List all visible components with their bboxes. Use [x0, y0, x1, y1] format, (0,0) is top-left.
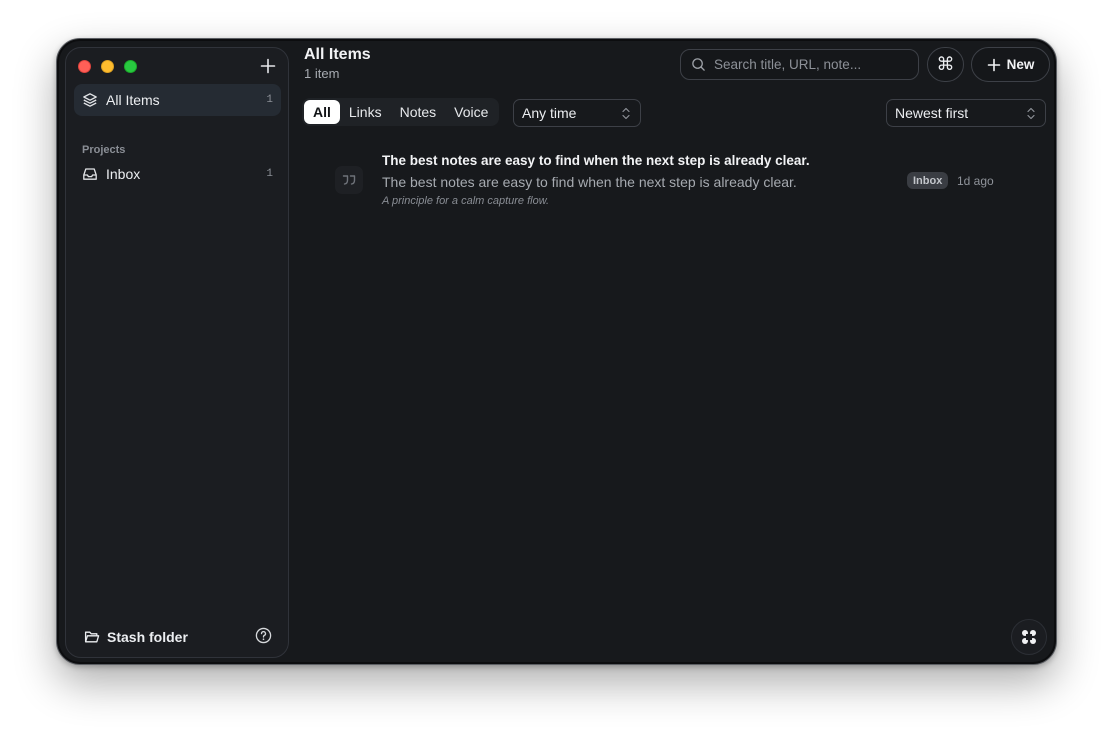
search-icon	[692, 58, 705, 71]
page-title: All Items	[304, 46, 371, 63]
sidebar: All Items 1 Projects Inbox 1 Stash folde…	[65, 47, 289, 658]
zoom-window-button[interactable]	[124, 60, 137, 73]
plus-icon	[260, 58, 276, 74]
project-tag: Inbox	[907, 172, 949, 189]
search-input[interactable]	[714, 57, 908, 72]
command-palette-button[interactable]: ⌘	[927, 47, 964, 82]
item-title: The best notes are easy to find when the…	[382, 153, 810, 168]
window-controls	[78, 60, 137, 73]
search-box[interactable]	[680, 49, 919, 80]
sidebar-item-label: All Items	[106, 92, 160, 108]
close-window-button[interactable]	[78, 60, 91, 73]
chevron-up-down-icon	[1027, 107, 1035, 120]
help-button[interactable]	[255, 627, 272, 644]
tab-voice[interactable]: Voice	[445, 100, 497, 124]
new-item-button[interactable]: New	[971, 47, 1050, 82]
stash-folder-label: Stash folder	[107, 629, 188, 645]
app-action-button[interactable]	[1011, 619, 1047, 655]
time-filter-select[interactable]: Any time	[513, 99, 641, 127]
new-button-label: New	[1006, 57, 1035, 72]
minimize-window-button[interactable]	[101, 60, 114, 73]
time-filter-value: Any time	[522, 105, 577, 121]
type-filter-tabs: All Links Notes Voice	[302, 98, 500, 126]
help-circle-icon	[255, 627, 272, 644]
item-count-subtitle: 1 item	[304, 66, 340, 81]
sort-select[interactable]: Newest first	[886, 99, 1046, 127]
sidebar-item-inbox[interactable]: Inbox 1	[74, 158, 281, 190]
add-project-button[interactable]	[258, 56, 278, 76]
inbox-icon	[83, 168, 97, 180]
quote-icon	[335, 166, 363, 194]
item-note: A principle for a calm capture flow.	[382, 195, 550, 207]
item-timestamp: 1d ago	[957, 174, 994, 188]
item-count: 1	[266, 94, 273, 106]
command-icon: ⌘	[936, 54, 955, 74]
item-count: 1	[266, 168, 273, 180]
tab-all[interactable]: All	[304, 100, 340, 124]
app-window: All Items 1 Projects Inbox 1 Stash folde…	[56, 38, 1057, 665]
chevron-up-down-icon	[622, 107, 630, 120]
tab-notes[interactable]: Notes	[391, 100, 446, 124]
section-title-projects: Projects	[82, 144, 126, 156]
tab-links[interactable]: Links	[340, 100, 391, 124]
plus-icon	[987, 58, 1000, 71]
sidebar-item-label: Inbox	[106, 166, 141, 182]
stash-folder-button[interactable]: Stash folder	[84, 629, 188, 645]
layers-icon	[83, 93, 97, 107]
folder-open-icon	[84, 631, 100, 643]
command-icon	[1022, 630, 1036, 644]
sort-value: Newest first	[895, 105, 969, 121]
item-body: The best notes are easy to find when the…	[382, 174, 797, 190]
list-item[interactable]: The best notes are easy to find when the…	[327, 147, 1007, 211]
sidebar-item-all-items[interactable]: All Items 1	[74, 84, 281, 116]
